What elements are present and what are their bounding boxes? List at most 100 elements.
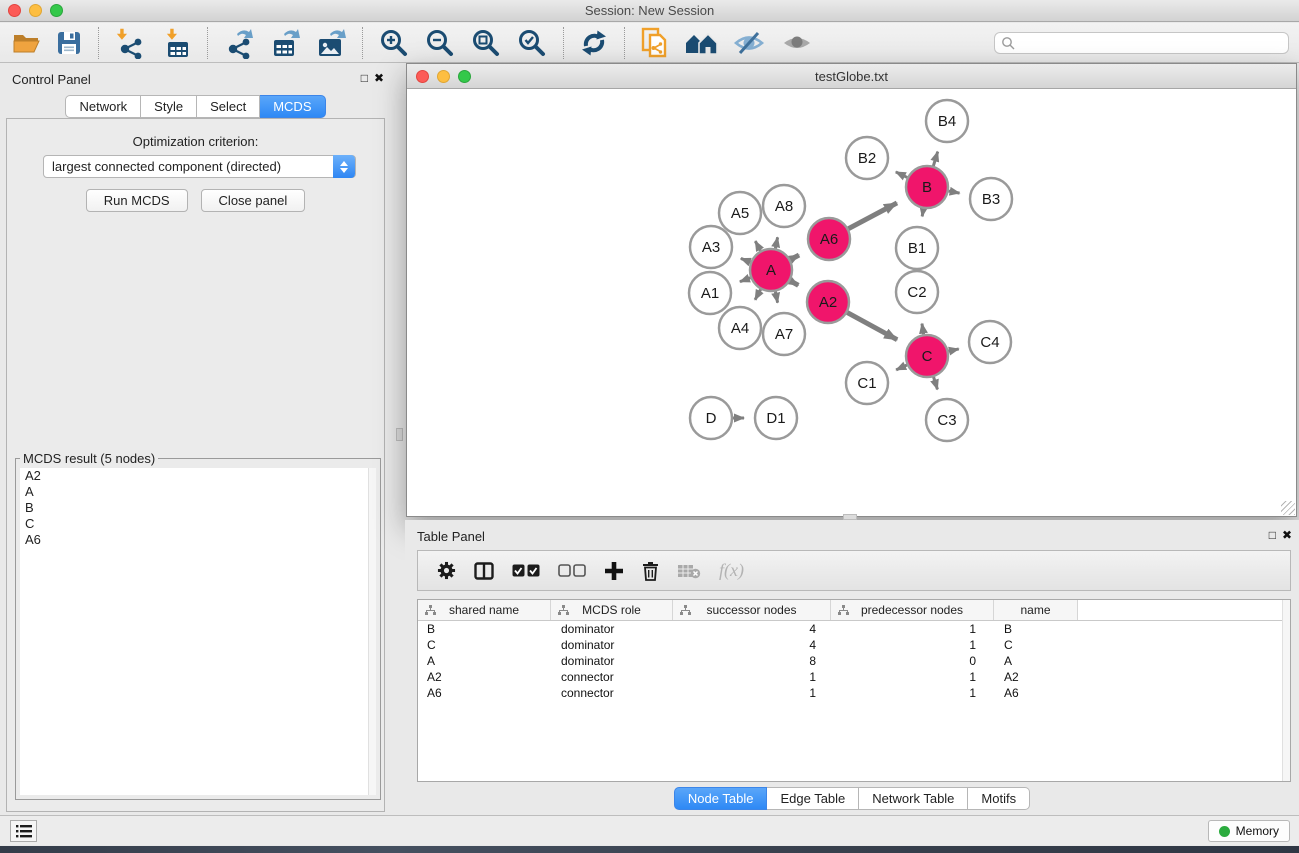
close-panel-button[interactable]: Close panel	[201, 189, 306, 212]
graph-node-B4[interactable]: B4	[926, 100, 968, 142]
graph-node-A4[interactable]: A4	[719, 307, 761, 349]
export-table-button[interactable]	[262, 25, 308, 61]
column-header-predecessor-nodes[interactable]: predecessor nodes	[831, 600, 994, 620]
graph-edge-B-B1[interactable]	[922, 209, 923, 217]
new-network-from-selection-button[interactable]	[633, 25, 677, 61]
table-cell[interactable]: dominator	[551, 621, 673, 637]
mcds-result-item[interactable]: B	[20, 500, 376, 516]
graph-node-C2[interactable]: C2	[896, 271, 938, 313]
graph-node-B[interactable]: B	[906, 166, 948, 208]
delete-table-button[interactable]	[668, 553, 710, 589]
first-neighbors-button[interactable]	[677, 25, 725, 61]
graph-node-C4[interactable]: C4	[969, 321, 1011, 363]
graph-node-D1[interactable]: D1	[755, 397, 797, 439]
graph-node-A1[interactable]: A1	[689, 272, 731, 314]
graph-edge-C-C2[interactable]	[922, 324, 924, 335]
graph-edge-A-A6[interactable]	[790, 255, 799, 260]
mcds-result-item[interactable]: C	[20, 516, 376, 532]
column-header-name[interactable]: name	[994, 600, 1078, 620]
graph-edge-A-A8[interactable]	[775, 237, 777, 248]
function-builder-button[interactable]: f(x)	[710, 553, 753, 589]
table-cell[interactable]: 4	[673, 637, 831, 653]
zoom-in-button[interactable]	[371, 25, 417, 61]
table-cell[interactable]: A	[418, 653, 551, 669]
table-cell[interactable]: 1	[831, 685, 994, 701]
table-row[interactable]: Bdominator41B	[418, 621, 1290, 637]
mcds-result-item[interactable]: A2	[20, 468, 376, 484]
float-panel-icon[interactable]: □	[1269, 528, 1276, 542]
graph-edge-A-A4[interactable]	[755, 289, 761, 299]
graph-edge-A2-C[interactable]	[847, 313, 897, 340]
export-image-button[interactable]	[308, 25, 354, 61]
tab-edge-table[interactable]: Edge Table	[767, 787, 859, 810]
graph-node-C3[interactable]: C3	[926, 399, 968, 441]
table-options-button[interactable]	[428, 553, 465, 589]
graph-edge-A-A3[interactable]	[741, 258, 751, 262]
graph-edge-B-B4[interactable]	[933, 152, 937, 166]
graph-node-B2[interactable]: B2	[846, 137, 888, 179]
graph-node-A[interactable]: A	[750, 249, 792, 291]
graph-edge-B-B2[interactable]	[896, 172, 907, 178]
zoom-fit-button[interactable]	[463, 25, 509, 61]
table-cell[interactable]: 4	[673, 621, 831, 637]
graph-node-B1[interactable]: B1	[896, 227, 938, 269]
zoom-out-button[interactable]	[417, 25, 463, 61]
table-cell[interactable]: A2	[418, 669, 551, 685]
save-session-button[interactable]	[48, 25, 90, 61]
graph-edge-A6-B[interactable]	[848, 203, 897, 229]
graph-node-C1[interactable]: C1	[846, 362, 888, 404]
table-cell[interactable]: 0	[831, 653, 994, 669]
window-resize-grip[interactable]	[1281, 501, 1295, 515]
table-cell[interactable]: A6	[418, 685, 551, 701]
table-cell[interactable]: 1	[831, 637, 994, 653]
create-column-button[interactable]	[595, 553, 633, 589]
graph-edge-A-A5[interactable]	[755, 241, 760, 251]
graph-node-A3[interactable]: A3	[690, 226, 732, 268]
graph-edge-A-A1[interactable]	[740, 278, 750, 282]
table-cell[interactable]: 1	[673, 669, 831, 685]
graph-node-A2[interactable]: A2	[807, 281, 849, 323]
export-network-button[interactable]	[216, 25, 262, 61]
tab-mcds[interactable]: MCDS	[260, 95, 325, 118]
mcds-result-item[interactable]: A6	[20, 532, 376, 548]
graph-node-B3[interactable]: B3	[970, 178, 1012, 220]
float-panel-icon[interactable]: □	[361, 71, 368, 85]
table-cell[interactable]: A	[994, 653, 1078, 669]
column-header-shared-name[interactable]: shared name	[418, 600, 551, 620]
show-columns-button[interactable]	[465, 553, 503, 589]
mcds-result-item[interactable]: A	[20, 484, 376, 500]
table-cell[interactable]: C	[994, 637, 1078, 653]
tab-style[interactable]: Style	[141, 95, 197, 118]
zoom-selected-button[interactable]	[509, 25, 555, 61]
table-cell[interactable]: dominator	[551, 653, 673, 669]
graph-edge-B-B3[interactable]	[949, 191, 960, 193]
select-all-button[interactable]	[503, 553, 549, 589]
network-graph[interactable]: AA1A2A3A4A5A6A7A8BB1B2B3B4CC1C2C3C4DD1	[407, 89, 1296, 516]
tab-motifs[interactable]: Motifs	[968, 787, 1030, 810]
graph-node-C[interactable]: C	[906, 335, 948, 377]
table-cell[interactable]: dominator	[551, 637, 673, 653]
deselect-all-button[interactable]	[549, 553, 595, 589]
import-network-button[interactable]	[107, 25, 153, 61]
graph-node-A8[interactable]: A8	[763, 185, 805, 227]
graph-edge-C-C3[interactable]	[934, 377, 938, 389]
memory-button[interactable]: Memory	[1208, 820, 1290, 842]
mcds-result-list[interactable]: A2ABCA6	[20, 468, 376, 795]
close-panel-icon[interactable]: ✖	[374, 71, 384, 85]
search-input[interactable]	[1019, 36, 1288, 50]
table-cell[interactable]: 1	[673, 685, 831, 701]
table-cell[interactable]: connector	[551, 669, 673, 685]
network-canvas[interactable]: AA1A2A3A4A5A6A7A8BB1B2B3B4CC1C2C3C4DD1	[407, 89, 1296, 516]
graph-edge-A-A2[interactable]	[790, 281, 798, 286]
table-row[interactable]: A6connector11A6	[418, 685, 1290, 701]
table-scrollbar[interactable]	[1282, 600, 1290, 781]
search-field[interactable]	[994, 32, 1289, 54]
graph-node-A5[interactable]: A5	[719, 192, 761, 234]
task-history-button[interactable]	[10, 820, 37, 842]
close-panel-icon[interactable]: ✖	[1282, 528, 1292, 542]
tab-node-table[interactable]: Node Table	[674, 787, 768, 810]
table-row[interactable]: Adominator80A	[418, 653, 1290, 669]
graph-edge-C-C4[interactable]	[948, 349, 958, 351]
tab-network-table[interactable]: Network Table	[859, 787, 968, 810]
tab-network[interactable]: Network	[65, 95, 141, 118]
